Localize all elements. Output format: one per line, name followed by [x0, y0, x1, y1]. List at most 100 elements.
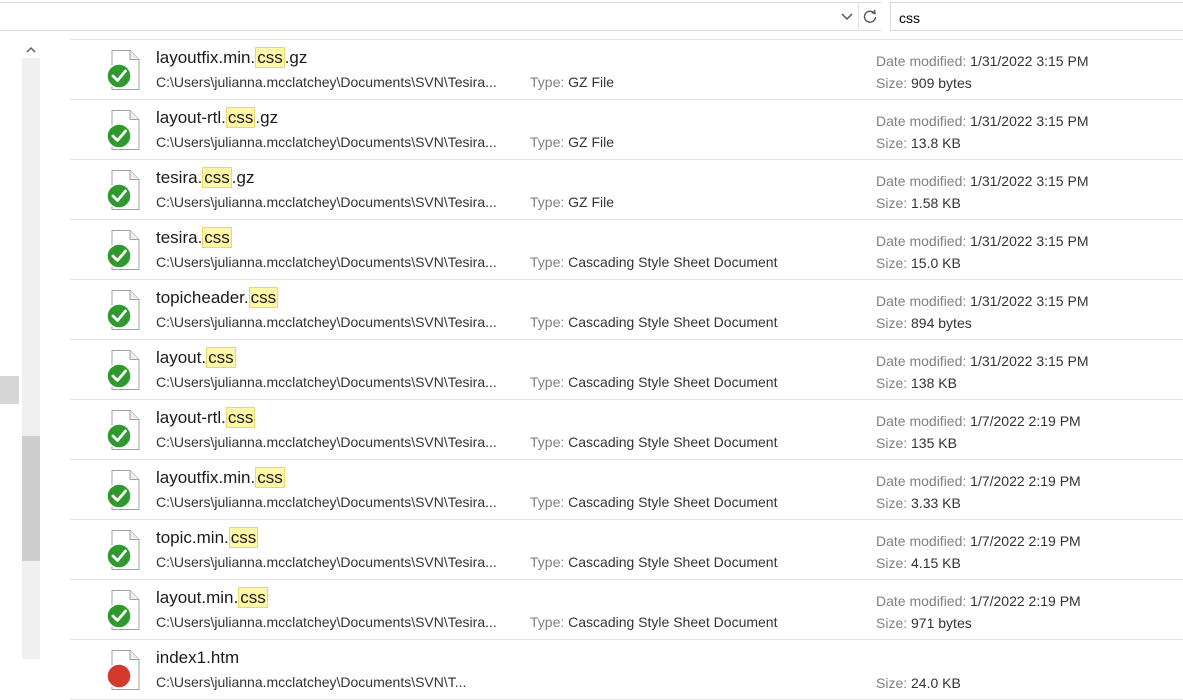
list-item[interactable]: layoutfix.min. css .gz C:\Users\julianna.mc…	[70, 40, 1183, 100]
date-modified-value: 1/7/2022 2:19 PM	[970, 413, 1081, 429]
size-label: Size:	[876, 495, 912, 511]
file-size: Size: 909 bytes	[876, 75, 972, 91]
search-box[interactable]	[890, 2, 1183, 31]
file-synced-icon	[106, 410, 140, 450]
file-name-prefix: layoutfix.min.	[156, 468, 256, 487]
type-label: Type:	[530, 434, 569, 450]
type-label: Type:	[530, 614, 569, 630]
list-item[interactable]: layout.min. css C:\Users\julianna.mcclatch…	[70, 580, 1183, 640]
list-item[interactable]: layout-rtl. css C:\Users\julianna.mcclatch…	[70, 400, 1183, 460]
file-size: Size: 3.33 KB	[876, 495, 961, 511]
file-name-prefix: topicheader.	[156, 288, 249, 307]
file-size: Size: 13.8 KB	[876, 135, 961, 151]
size-label: Size:	[876, 135, 912, 151]
scrollbar-track[interactable]	[22, 58, 40, 659]
type-value: GZ File	[568, 134, 615, 150]
list-item[interactable]: tesira. css C:\Users\julianna.mcclatchey\D…	[70, 220, 1183, 280]
date-modified-value: 1/31/2022 3:15 PM	[970, 293, 1089, 309]
list-item[interactable]: tesira. css .gz C:\Users\julianna.mcclatche…	[70, 160, 1183, 220]
address-bar[interactable]	[0, 2, 881, 31]
file-size: Size: 4.15 KB	[876, 555, 961, 571]
date-modified-label: Date modified:	[876, 53, 971, 69]
search-match-highlight: css	[225, 107, 256, 128]
nav-selected-item[interactable]	[0, 376, 19, 404]
file-path: C:\Users\julianna.mcclatchey\Documents\S…	[156, 674, 467, 690]
file-size: Size: 15.0 KB	[876, 255, 961, 271]
size-value: 13.8 KB	[911, 135, 961, 151]
list-item[interactable]: topic.min. css C:\Users\julianna.mcclatche…	[70, 520, 1183, 580]
refresh-icon	[863, 9, 877, 23]
file-path: C:\Users\julianna.mcclatchey\Documents\S…	[156, 314, 497, 330]
refresh-button[interactable]	[858, 4, 881, 29]
list-item[interactable]: index1.htm C:\Users\julianna.mcclatchey\D…	[70, 640, 1183, 700]
search-match-highlight: css	[225, 407, 256, 428]
list-item[interactable]: layout-rtl. css .gz C:\Users\julianna.mccla…	[70, 100, 1183, 160]
file-path: C:\Users\julianna.mcclatchey\Documents\S…	[156, 494, 497, 510]
date-modified: Date modified: 1/31/2022 3:15 PM	[876, 173, 1088, 189]
date-modified: Date modified: 1/31/2022 3:15 PM	[876, 113, 1088, 129]
size-label: Size:	[876, 435, 912, 451]
list-item[interactable]: topicheader. css C:\Users\julianna.mcclatc…	[70, 280, 1183, 340]
size-label: Size:	[876, 75, 912, 91]
type-value: Cascading Style Sheet Document	[568, 614, 778, 630]
file-size: Size: 1.58 KB	[876, 195, 961, 211]
search-input[interactable]	[897, 7, 1171, 29]
file-synced-icon	[106, 590, 140, 630]
scroll-up-button[interactable]	[22, 42, 40, 58]
date-modified-value: 1/31/2022 3:15 PM	[970, 233, 1089, 249]
size-value: 971 bytes	[911, 615, 972, 631]
address-dropdown-button[interactable]	[836, 4, 858, 29]
list-item[interactable]: layoutfix.min. css C:\Users\julianna.mccla…	[70, 460, 1183, 520]
date-modified-value: 1/31/2022 3:15 PM	[970, 173, 1089, 189]
date-modified: Date modified: 1/7/2022 2:19 PM	[876, 413, 1081, 429]
size-label: Size:	[876, 255, 912, 271]
file-name-prefix: tesira.	[156, 168, 203, 187]
file-name: layout.min. css	[156, 587, 268, 608]
type-label: Type:	[530, 194, 569, 210]
chevron-up-icon	[26, 46, 36, 53]
size-value: 3.33 KB	[911, 495, 961, 511]
date-modified: Date modified: 1/31/2022 3:15 PM	[876, 353, 1088, 369]
file-synced-icon	[106, 50, 140, 90]
search-match-highlight: css	[255, 467, 285, 488]
list-item[interactable]: layout. css C:\Users\julianna.mcclatchey\D…	[70, 340, 1183, 400]
file-type: Type: GZ File	[530, 194, 614, 210]
type-value: GZ File	[568, 194, 615, 210]
file-type: Type: GZ File	[530, 74, 614, 90]
date-modified-label: Date modified:	[876, 413, 971, 429]
date-modified: Date modified: 1/7/2022 2:19 PM	[876, 593, 1081, 609]
type-label: Type:	[530, 134, 569, 150]
type-value: Cascading Style Sheet Document	[568, 314, 778, 330]
file-type: Type: Cascading Style Sheet Document	[530, 374, 777, 390]
size-value: 909 bytes	[911, 75, 972, 91]
type-label: Type:	[530, 554, 569, 570]
file-synced-icon	[106, 110, 140, 150]
date-modified-label: Date modified:	[876, 593, 971, 609]
file-size: Size: 138 KB	[876, 375, 957, 391]
file-name: layout. css	[156, 347, 236, 368]
search-match-highlight: css	[238, 587, 268, 608]
file-name-suffix: .gz	[231, 168, 255, 187]
date-modified: Date modified: 1/31/2022 3:15 PM	[876, 53, 1088, 69]
size-value: 15.0 KB	[911, 255, 961, 271]
file-size: Size: 135 KB	[876, 435, 957, 451]
date-modified-label: Date modified:	[876, 353, 971, 369]
size-value: 894 bytes	[911, 315, 972, 331]
file-name: layout-rtl. css .gz	[156, 107, 278, 128]
type-value: Cascading Style Sheet Document	[568, 494, 778, 510]
date-modified-label: Date modified:	[876, 173, 971, 189]
file-synced-icon	[106, 350, 140, 390]
file-name-suffix: .gz	[284, 48, 308, 67]
date-modified: Date modified: 1/7/2022 2:19 PM	[876, 473, 1081, 489]
scrollbar-thumb[interactable]	[22, 436, 40, 561]
type-label: Type:	[530, 254, 569, 270]
file-path: C:\Users\julianna.mcclatchey\Documents\S…	[156, 554, 497, 570]
file-name: layoutfix.min. css .gz	[156, 47, 308, 68]
date-modified-value: 1/7/2022 2:19 PM	[970, 533, 1081, 549]
date-modified-label: Date modified:	[876, 233, 971, 249]
size-value: 135 KB	[911, 435, 957, 451]
date-modified-label: Date modified:	[876, 473, 971, 489]
size-label: Size:	[876, 195, 912, 211]
file-name: topicheader. css	[156, 287, 279, 308]
size-label: Size:	[876, 375, 912, 391]
